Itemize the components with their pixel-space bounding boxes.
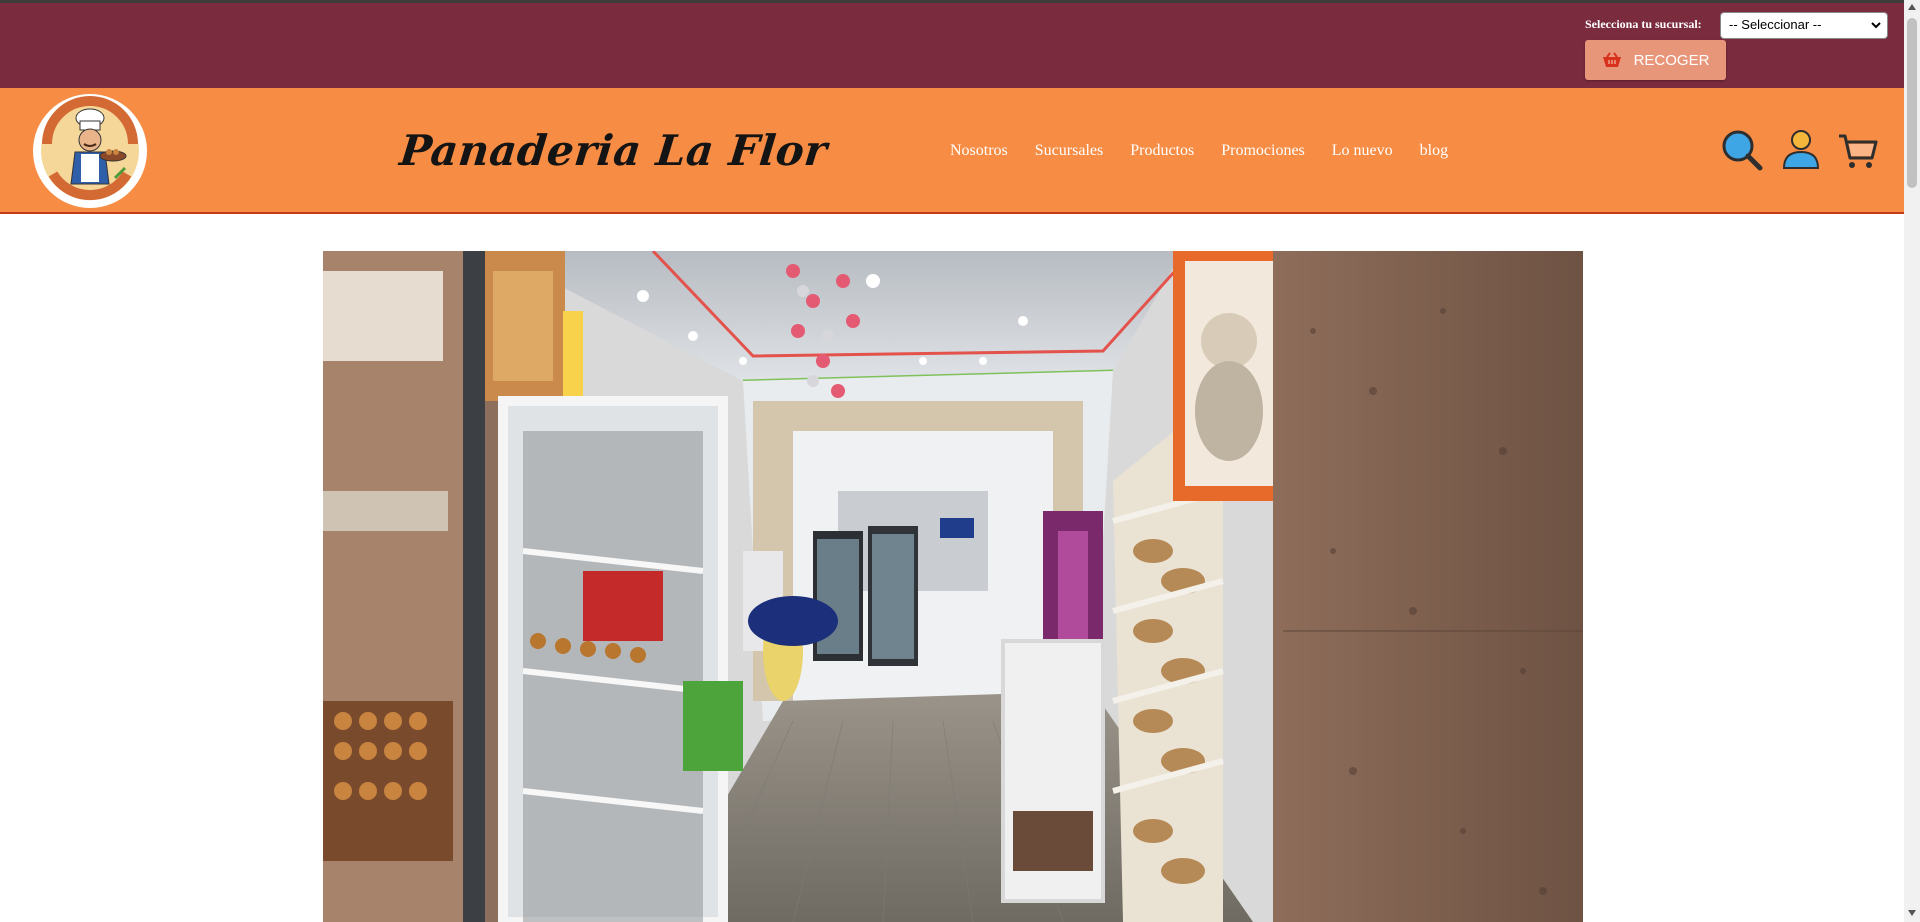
main-header: Panaderia La Flor Nosotros Sucursales Pr… <box>0 88 1904 214</box>
hero-image <box>323 251 1583 922</box>
nav-item-promociones[interactable]: Promociones <box>1221 142 1305 160</box>
scroll-up-icon[interactable] <box>1908 4 1916 10</box>
main-nav: Nosotros Sucursales Productos Promocione… <box>950 142 1475 160</box>
chevron-down-icon <box>1871 22 1881 29</box>
scroll-thumb[interactable] <box>1907 18 1917 188</box>
logo[interactable] <box>33 94 147 208</box>
cart-icon[interactable] <box>1836 128 1880 172</box>
bakery-store-interior <box>323 251 1583 922</box>
page-scrollbar[interactable] <box>1904 0 1920 922</box>
nav-item-lo-nuevo[interactable]: Lo nuevo <box>1332 142 1393 160</box>
nav-item-blog[interactable]: blog <box>1420 142 1448 160</box>
chef-logo-icon <box>35 96 145 206</box>
brand-name[interactable]: Panaderia La Flor <box>397 126 829 175</box>
search-icon[interactable] <box>1720 128 1764 172</box>
pickup-button-label: RECOGER <box>1633 51 1710 69</box>
branch-select-value: -- Seleccionar -- <box>1729 17 1822 32</box>
nav-item-productos[interactable]: Productos <box>1130 142 1194 160</box>
nav-item-sucursales[interactable]: Sucursales <box>1035 142 1103 160</box>
branch-select[interactable]: -- Seleccionar -- <box>1720 12 1888 39</box>
user-icon[interactable] <box>1779 128 1823 172</box>
top-bar: Selecciona tu sucursal: -- Seleccionar -… <box>0 0 1904 88</box>
pickup-button[interactable]: RECOGER <box>1585 40 1726 80</box>
branch-label: Selecciona tu sucursal: <box>1585 17 1702 31</box>
nav-item-nosotros[interactable]: Nosotros <box>950 142 1008 160</box>
basket-icon <box>1602 52 1621 67</box>
scroll-down-icon[interactable] <box>1908 910 1916 916</box>
